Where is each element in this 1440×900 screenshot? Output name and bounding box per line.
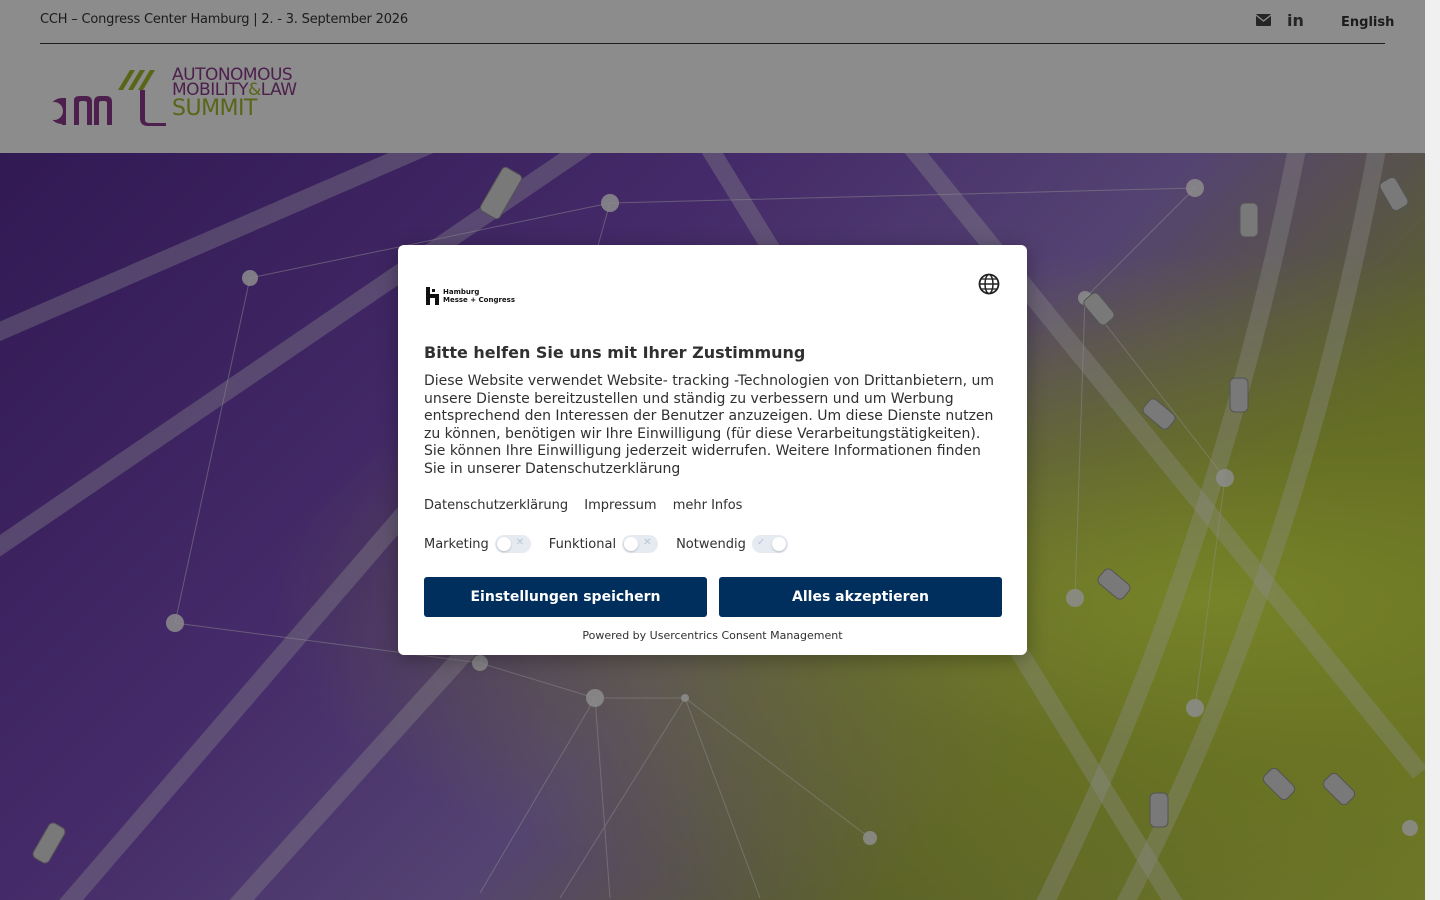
funktional-switch[interactable]: ✕ [622, 535, 659, 553]
page-scrollbar[interactable] [1425, 0, 1440, 900]
brand-line-1: Hamburg [443, 288, 480, 296]
notwendig-switch: ✓ [751, 535, 788, 553]
consent-title: Bitte helfen Sie uns mit Ihrer Zustimmun… [424, 343, 806, 362]
toggle-funktional-label: Funktional [548, 536, 617, 552]
toggle-notwendig: Notwendig ✓ [676, 535, 788, 553]
hmc-logo-mark [426, 287, 439, 305]
more-info-link[interactable]: mehr Infos [673, 498, 743, 513]
save-settings-button[interactable]: Einstellungen speichern [424, 577, 707, 617]
powered-by[interactable]: Powered by Usercentrics Consent Manageme… [398, 629, 1027, 642]
globe-icon[interactable] [978, 273, 1000, 295]
toggle-marketing-label: Marketing [424, 536, 489, 552]
check-icon: ✓ [756, 537, 766, 548]
brand-line-2: Messe + Congress [443, 296, 516, 304]
hamburg-messe-logo: Hamburg Messe + Congress [426, 287, 515, 307]
toggle-notwendig-label: Notwendig [676, 536, 746, 552]
privacy-policy-link[interactable]: Datenschutzerklärung [424, 498, 568, 513]
consent-description: Diese Website verwendet Website- trackin… [424, 373, 995, 477]
accept-all-button[interactable]: Alles akzeptieren [719, 577, 1002, 617]
consent-dialog: Hamburg Messe + Congress Bitte helfen Si… [398, 245, 1027, 655]
x-icon: ✕ [643, 537, 652, 548]
consent-toggles: Marketing ✕ Funktional ✕ Notwendig ✓ [424, 535, 806, 553]
consent-links: Datenschutzerklärung Impressum mehr Info… [424, 498, 754, 513]
switch-knob [496, 537, 511, 551]
toggle-funktional: Funktional ✕ [548, 535, 659, 553]
toggle-marketing: Marketing ✕ [424, 535, 531, 553]
switch-knob [624, 537, 639, 551]
marketing-switch[interactable]: ✕ [494, 535, 531, 553]
switch-knob [771, 537, 786, 551]
imprint-link[interactable]: Impressum [584, 498, 656, 513]
x-icon: ✕ [515, 537, 525, 548]
